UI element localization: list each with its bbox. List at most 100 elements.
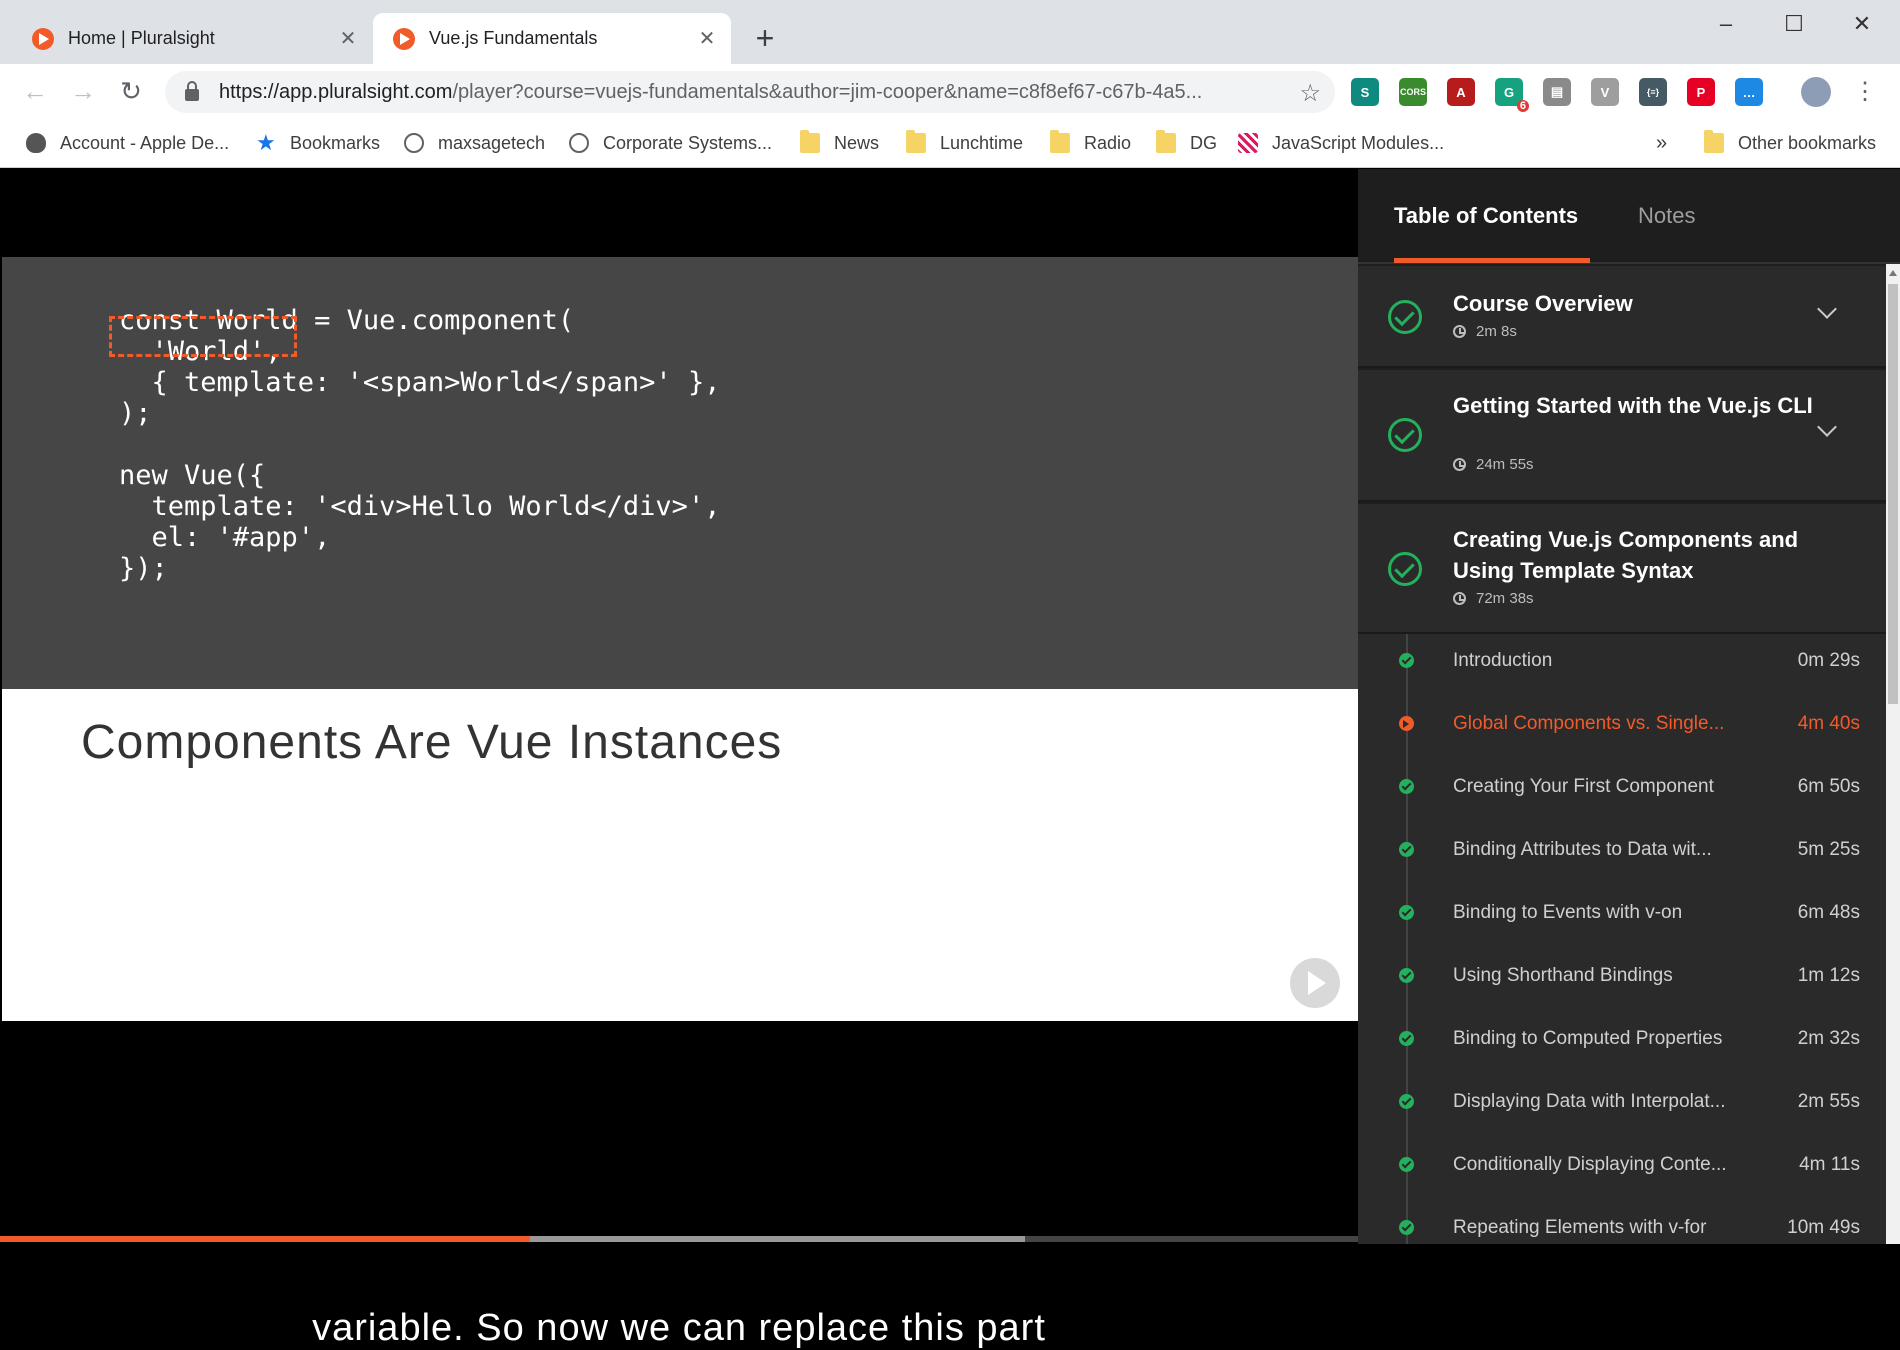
panel-tabs: Table of Contents Notes (1358, 169, 1900, 264)
pluralsight-favicon-icon (393, 27, 415, 50)
url-host: https://app.pluralsight.com (219, 80, 453, 103)
comment-ext-icon[interactable]: ▤ (1543, 78, 1571, 106)
folder-icon (1156, 130, 1176, 153)
code-highlight-box (109, 316, 297, 357)
messenger-ext-icon[interactable]: … (1735, 78, 1763, 106)
close-tab-icon[interactable]: ✕ (334, 25, 362, 53)
extension-label: G (1503, 84, 1515, 100)
lock-icon[interactable] (185, 81, 199, 101)
maximize-window-button[interactable]: ☐ (1760, 0, 1828, 48)
bookmark-corporate-systems[interactable]: Corporate Systems... (569, 129, 772, 157)
module-title: Creating Vue.js Components and Using Tem… (1453, 527, 1799, 583)
clip-title: Introduction (1453, 650, 1553, 671)
cors-ext-icon[interactable]: CORS (1399, 78, 1427, 106)
close-tab-icon[interactable]: ✕ (693, 25, 721, 53)
browser-tab-home[interactable]: Home | Pluralsight ✕ (12, 13, 372, 64)
clip-item[interactable]: Binding to Events with v-on 6m 48s (1358, 886, 1886, 938)
grammarly-ext-icon[interactable]: G6 (1495, 78, 1529, 112)
panel-scrollbar[interactable] (1886, 264, 1900, 1244)
url-path: /player?course=vuejs-fundamentals&author… (452, 80, 1203, 103)
bookmark-label: Other bookmarks (1738, 132, 1877, 153)
course-side-panel: Table of Contents Notes Course Overview … (1358, 169, 1900, 1244)
completed-check-icon (1399, 653, 1414, 668)
scrollbar-thumb[interactable] (1888, 284, 1898, 704)
completed-check-icon (1388, 300, 1422, 334)
reload-button[interactable]: ↻ (112, 72, 150, 110)
clip-duration: 2m 55s (1797, 1091, 1860, 1112)
scroll-up-arrow-icon[interactable] (1889, 270, 1897, 276)
clip-title: Binding Attributes to Data wit... (1453, 839, 1712, 860)
clip-item[interactable]: Introduction 0m 29s (1358, 634, 1886, 686)
bookmark-star-icon[interactable]: ☆ (1299, 79, 1321, 108)
clip-title: Using Shorthand Bindings (1453, 965, 1673, 986)
close-window-button[interactable]: ✕ (1828, 0, 1896, 48)
browser-tab-vue-fundamentals[interactable]: Vue.js Fundamentals ✕ (373, 13, 731, 64)
new-tab-button[interactable]: + (748, 22, 782, 56)
bookmark-folder-news[interactable]: News (800, 129, 879, 157)
slide-title: Components Are Vue Instances (81, 716, 783, 769)
profile-avatar-icon[interactable] (1801, 77, 1831, 107)
clip-item[interactable]: Repeating Elements with v-for 10m 49s (1358, 1201, 1886, 1253)
video-caption: variable. So now we can replace this par… (312, 1307, 1046, 1349)
apple-icon (26, 133, 46, 153)
module-duration: 2m 8s (1453, 323, 1517, 340)
bookmark-label: Radio (1084, 132, 1132, 153)
now-playing-icon (1399, 716, 1414, 731)
pluralsight-favicon-icon (32, 27, 54, 50)
completed-check-icon (1399, 842, 1414, 857)
bookmark-folder-lunchtime[interactable]: Lunchtime (906, 129, 1023, 157)
bookmark-label: Lunchtime (940, 132, 1024, 153)
module-getting-started-cli[interactable]: Getting Started with the Vue.js CLI 24m … (1358, 370, 1886, 502)
pluralsight-watermark-icon (1290, 958, 1340, 1008)
clip-title: Displaying Data with Interpolat... (1453, 1091, 1726, 1112)
clip-item[interactable]: Using Shorthand Bindings 1m 12s (1358, 949, 1886, 1001)
bookmark-folder-radio[interactable]: Radio (1050, 129, 1131, 157)
clock-icon (1453, 458, 1466, 471)
clip-duration: 5m 25s (1797, 839, 1860, 860)
module-title: Getting Started with the Vue.js CLI (1453, 393, 1813, 418)
browser-menu-button[interactable]: ⋮ (1846, 72, 1884, 110)
pinterest-ext-icon[interactable]: P (1687, 78, 1715, 106)
chevron-down-icon[interactable] (1817, 417, 1837, 437)
module-creating-components[interactable]: Creating Vue.js Components and Using Tem… (1358, 504, 1886, 634)
bookmark-apple-account[interactable]: Account - Apple De... (26, 129, 229, 157)
tab-table-of-contents[interactable]: Table of Contents (1394, 203, 1578, 229)
s-ext-icon[interactable]: S (1351, 78, 1379, 106)
clip-item[interactable]: Displaying Data with Interpolat... 2m 55s (1358, 1075, 1886, 1127)
clip-item[interactable]: Global Components vs. Single... 4m 40s (1358, 697, 1886, 749)
pdf-ext-icon[interactable]: A (1447, 78, 1475, 106)
video-progress-bar[interactable] (0, 1236, 1358, 1242)
other-bookmarks-folder[interactable]: Other bookmarks (1704, 129, 1876, 157)
bookmark-javascript-modules[interactable]: JavaScript Modules... (1238, 129, 1444, 157)
bookmark-label: Bookmarks (290, 132, 381, 153)
clip-item[interactable]: Creating Your First Component 6m 50s (1358, 760, 1886, 812)
vue-devtools-ext-icon[interactable]: V (1591, 78, 1619, 106)
browser-toolbar: ← → ↻ https://app.pluralsight.com/player… (0, 64, 1900, 119)
browser-tab-strip: Home | Pluralsight ✕ Vue.js Fundamentals… (0, 0, 1900, 64)
tab-notes[interactable]: Notes (1638, 203, 1695, 229)
forward-button[interactable]: → (64, 72, 102, 110)
javascript-modules-icon (1238, 133, 1258, 153)
clip-item[interactable]: Conditionally Displaying Conte... 4m 11s (1358, 1138, 1886, 1190)
folder-icon (906, 130, 926, 153)
globe-icon (569, 133, 589, 153)
back-button[interactable]: ← (16, 72, 54, 110)
clip-title: Global Components vs. Single... (1453, 713, 1725, 734)
clip-title: Binding to Computed Properties (1453, 1028, 1723, 1049)
clip-title: Conditionally Displaying Conte... (1453, 1154, 1727, 1175)
clip-item[interactable]: Binding Attributes to Data wit... 5m 25s (1358, 823, 1886, 875)
chevron-down-icon[interactable] (1817, 299, 1837, 319)
json-ext-icon[interactable]: {≡} (1639, 78, 1667, 106)
bookmark-maxsagetech[interactable]: maxsagetech (404, 129, 545, 157)
active-tab-indicator (1394, 258, 1590, 263)
bookmarks-overflow-button[interactable]: » (1656, 129, 1667, 157)
bookmark-folder-dg[interactable]: DG (1156, 129, 1217, 157)
minimize-window-button[interactable]: – (1692, 0, 1760, 48)
completed-check-icon (1399, 1157, 1414, 1172)
address-bar[interactable]: https://app.pluralsight.com/player?cours… (165, 71, 1335, 113)
bookmark-bookmarks[interactable]: ★ Bookmarks (256, 129, 380, 157)
clip-item[interactable]: Binding to Computed Properties 2m 32s (1358, 1012, 1886, 1064)
url-text[interactable]: https://app.pluralsight.com/player?cours… (219, 81, 1299, 104)
clip-title: Repeating Elements with v-for (1453, 1217, 1707, 1238)
module-course-overview[interactable]: Course Overview 2m 8s (1358, 266, 1886, 368)
